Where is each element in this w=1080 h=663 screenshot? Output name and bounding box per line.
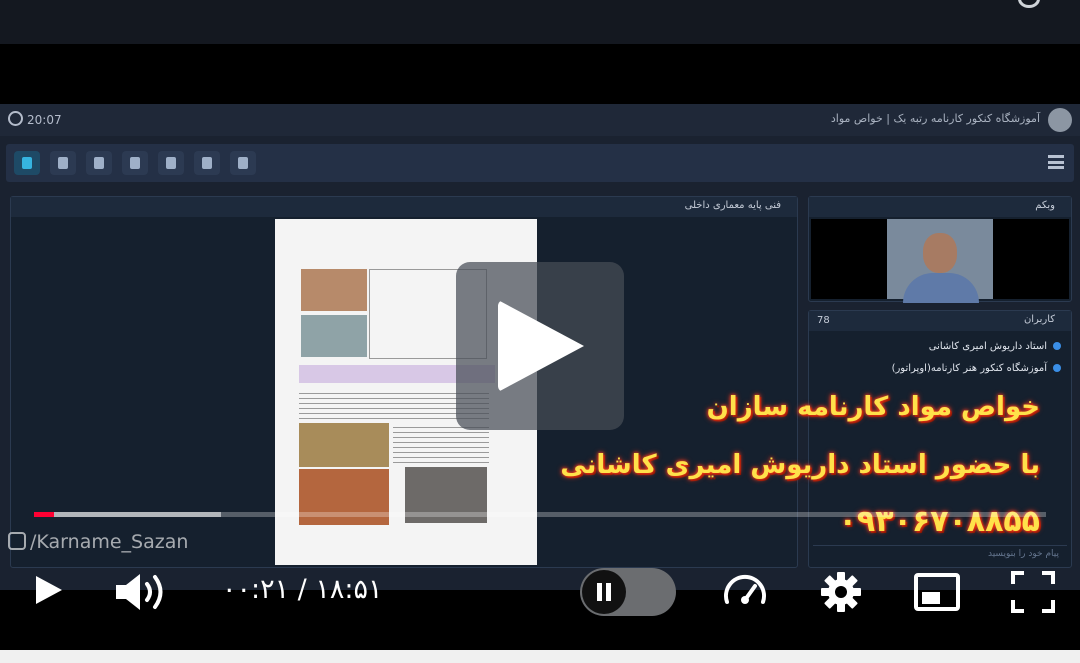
- fullscreen-icon[interactable]: [1010, 570, 1056, 614]
- room-title: آموزشگاه کنکور کارنامه رتبه یک | خواص مو…: [830, 112, 1040, 125]
- progress-buffered: [34, 512, 222, 517]
- document-panel-title: فنی پایه معماری داخلی: [11, 197, 797, 217]
- progress-bar[interactable]: [34, 512, 1046, 517]
- webcam-panel: وبکم: [808, 196, 1072, 303]
- top-app-bar: [0, 0, 1080, 44]
- document-image: [301, 315, 367, 357]
- promo-phone: ۰۹۳۰۶۷۰۸۸۵۵: [838, 504, 1040, 539]
- promo-title: خواص مواد کارنامه سازان: [706, 392, 1040, 422]
- search-icon[interactable]: [1018, 0, 1040, 8]
- users-count: 78: [817, 315, 830, 326]
- channel-watermark: /Karname_Sazan: [8, 531, 188, 553]
- class-clock: 20:07: [8, 111, 62, 127]
- pause-icon: [582, 570, 626, 614]
- big-play-button[interactable]: [456, 262, 624, 430]
- document-image: [299, 423, 389, 467]
- webcam-feed: [811, 219, 1069, 303]
- menu-icon: [1048, 155, 1064, 169]
- watermark-text: /Karname_Sazan: [30, 531, 189, 553]
- raise-hand-icon: [230, 151, 256, 175]
- room-avatar: [1048, 108, 1072, 132]
- microphone-icon: [50, 151, 76, 175]
- camera-off-icon: [86, 151, 112, 175]
- presenter-video: [887, 219, 993, 303]
- briefcase-icon: [194, 151, 220, 175]
- class-toolbar: [6, 144, 1074, 182]
- user-row: آموزشگاه کنکور هنر کارنامه(اوپراتور): [892, 363, 1061, 374]
- pen-icon: [158, 151, 184, 175]
- promo-teacher: با حضور استاد داریوش امیری کاشانی: [560, 450, 1040, 480]
- users-panel-title: کاربران: [809, 311, 1071, 331]
- autoplay-toggle[interactable]: [580, 568, 676, 616]
- bottom-strip: [0, 650, 1080, 663]
- time-display: ۰۰:۲۱ / ۱۸:۵۱: [222, 574, 383, 605]
- miniplayer-icon[interactable]: [914, 570, 960, 614]
- instagram-icon: [8, 532, 26, 550]
- volume-icon[interactable]: [114, 572, 172, 612]
- play-icon: [498, 300, 584, 392]
- play-icon[interactable]: [36, 576, 62, 604]
- video-player-screen: 20:07 آموزشگاه کنکور کارنامه رتبه یک | خ…: [0, 0, 1080, 663]
- document-image: [301, 269, 367, 311]
- webcam-panel-title: وبکم: [809, 197, 1071, 217]
- speedometer-icon[interactable]: [722, 570, 768, 614]
- progress-played: [34, 512, 55, 517]
- class-header: 20:07 آموزشگاه کنکور کارنامه رتبه یک | خ…: [0, 104, 1080, 136]
- gear-icon[interactable]: [818, 570, 864, 614]
- player-controls: ۰۰:۲۱ / ۱۸:۵۱: [0, 560, 1080, 622]
- speaker-icon: [14, 151, 40, 175]
- screen-share-icon: [122, 151, 148, 175]
- user-row: استاد داریوش امیری کاشانی: [929, 341, 1061, 352]
